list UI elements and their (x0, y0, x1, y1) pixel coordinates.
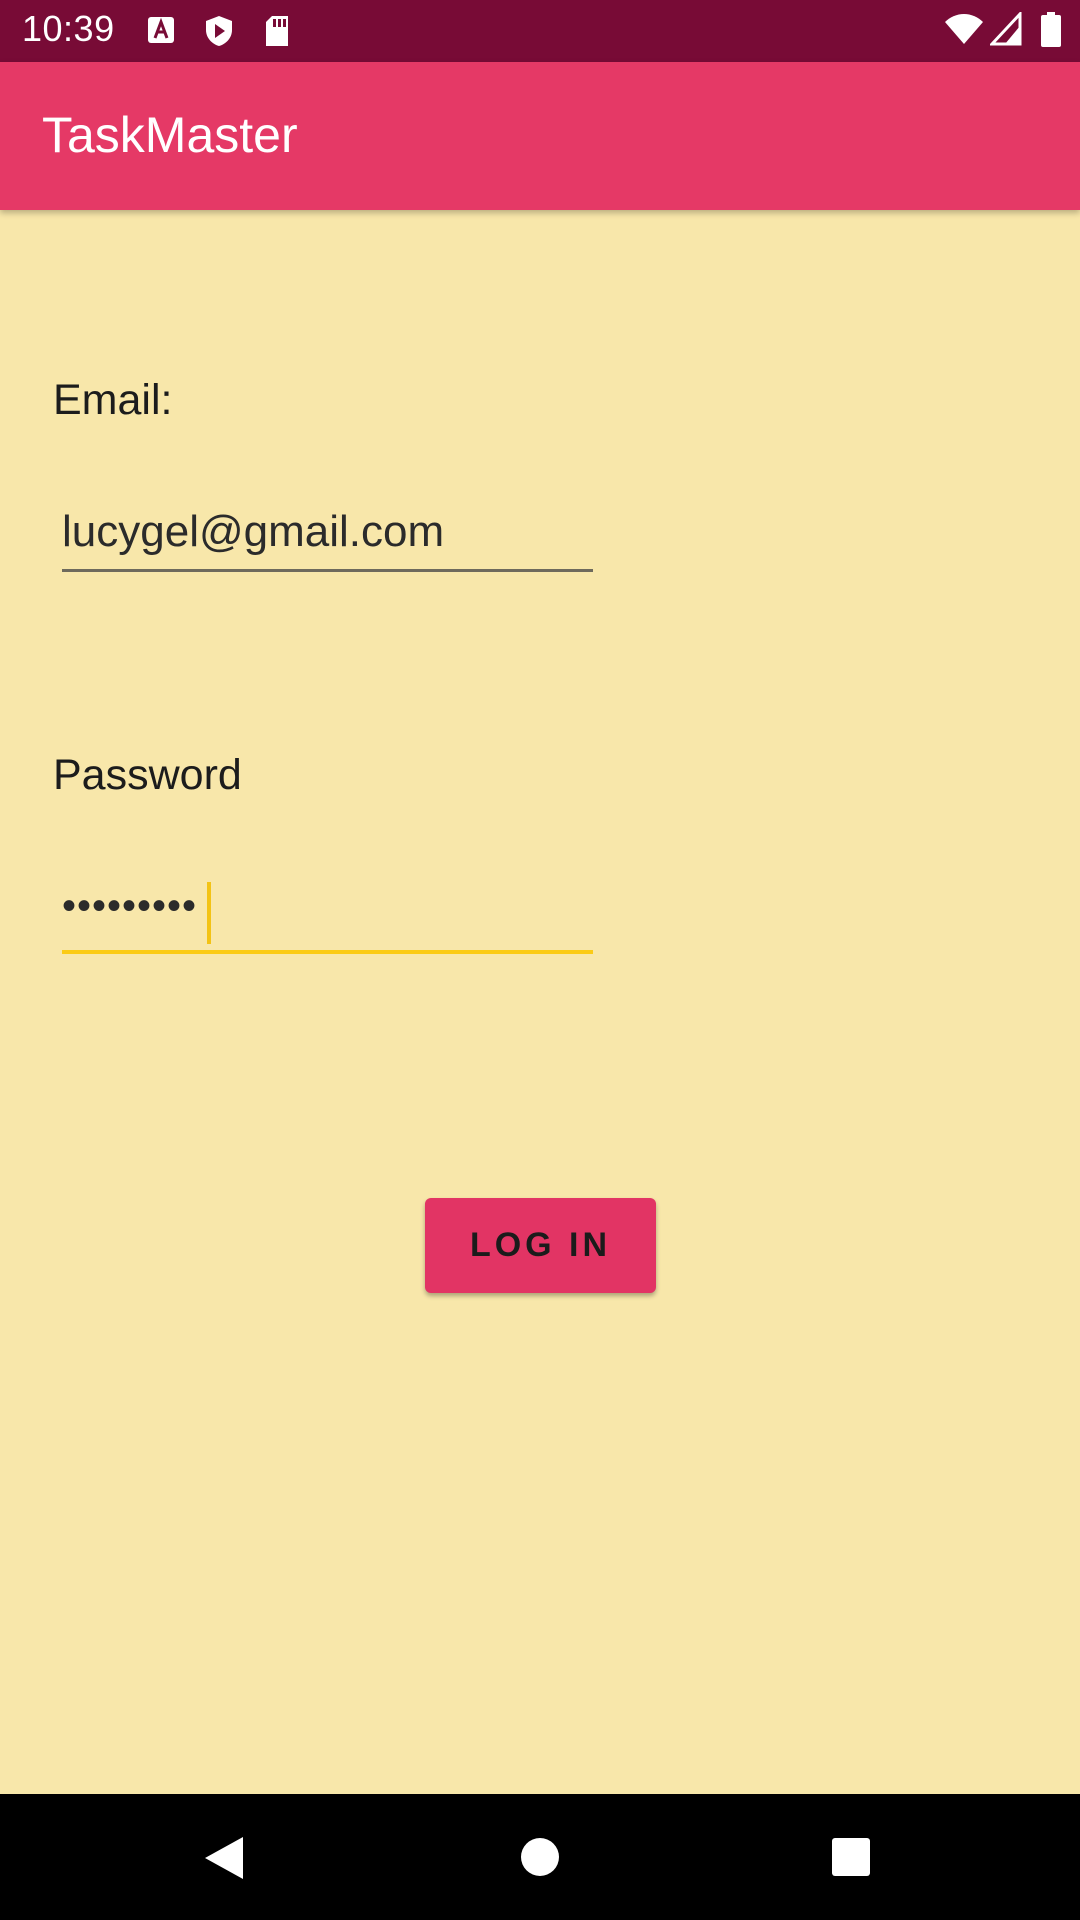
home-icon[interactable] (520, 1837, 560, 1877)
email-field-wrapper (62, 492, 593, 572)
back-icon[interactable] (203, 1835, 245, 1881)
app-bar: TaskMaster (0, 62, 1080, 210)
navigation-bar (0, 1794, 1080, 1920)
text-cursor (207, 882, 211, 944)
wifi-icon (945, 14, 983, 44)
shield-play-icon (206, 16, 232, 46)
status-time: 10:39 (22, 8, 115, 49)
email-underline (62, 569, 593, 572)
password-value: ••••••••• (62, 884, 198, 928)
sd-card-icon (266, 16, 288, 46)
password-label: Password (53, 751, 242, 799)
app-title: TaskMaster (42, 107, 298, 163)
status-right-icons (944, 12, 1062, 52)
recents-icon[interactable] (831, 1837, 871, 1877)
email-label: Email: (53, 376, 173, 424)
battery-icon (1041, 12, 1061, 47)
password-underline (62, 950, 593, 954)
a-notification-icon (148, 17, 174, 43)
email-field[interactable] (62, 492, 593, 572)
login-button[interactable]: LOG IN (425, 1198, 656, 1293)
status-bar: 10:39 (0, 0, 1080, 62)
signal-icon (990, 12, 1022, 46)
